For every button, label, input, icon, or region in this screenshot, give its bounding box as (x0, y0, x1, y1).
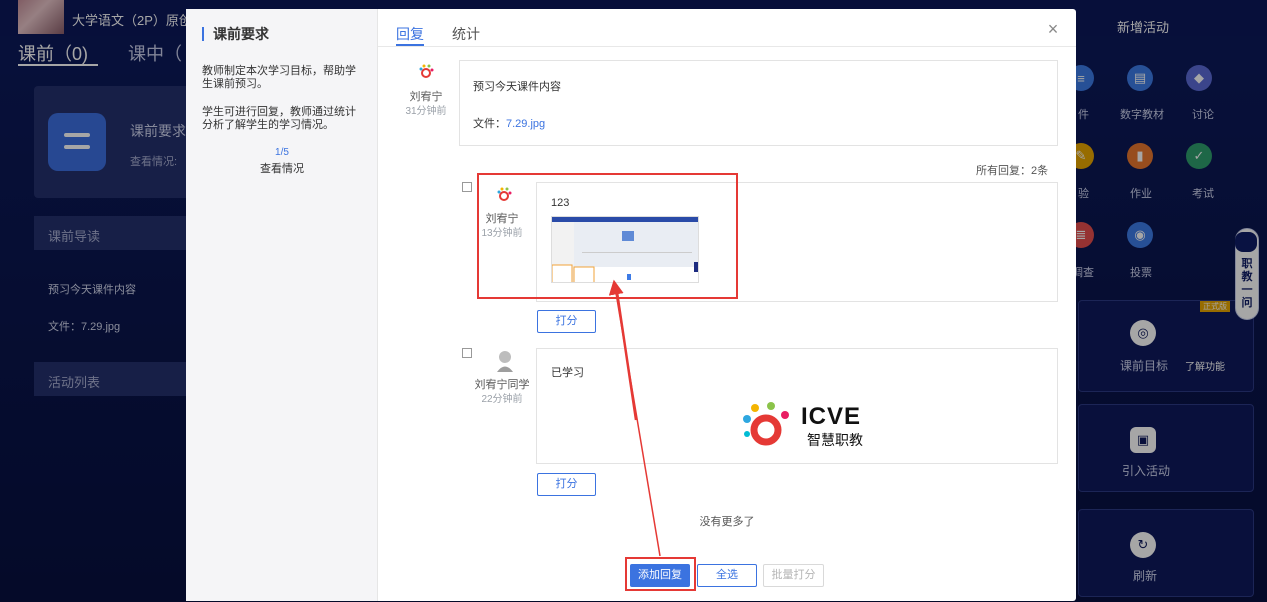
post-content: 预习今天课件内容 (473, 81, 561, 93)
file-link[interactable]: 7.29.jpg (506, 118, 545, 130)
reply-2-checkbox[interactable] (462, 348, 472, 358)
tab-divider (378, 46, 1076, 47)
sidebar-desc-1: 教师制定本次学习目标，帮助学生课前预习。 (202, 65, 356, 90)
modal-sidebar: 课前要求 教师制定本次学习目标，帮助学生课前预习。 学生可进行回复，教师通过统计… (186, 9, 378, 601)
reply-1-score-button[interactable]: 打分 (537, 310, 596, 333)
tab-statistics[interactable]: 统计 (452, 24, 480, 44)
icve-logo-mark (743, 402, 789, 446)
batch-score-button[interactable]: 批量打分 (763, 564, 824, 587)
annotation-highlight-add-reply (625, 557, 696, 591)
progress-indicator: 1/5 (275, 147, 289, 158)
icve-avatar-icon (419, 64, 434, 78)
icve-logo-subtext: 智慧职教 (807, 433, 863, 449)
post-file: 文件：7.29.jpg (473, 115, 545, 131)
sidebar-title: 课前要求 (202, 27, 269, 41)
user-avatar-icon (497, 351, 513, 372)
reply-2-text: 已学习 (551, 367, 584, 379)
annotation-highlight-reply (477, 173, 738, 299)
select-all-button[interactable]: 全选 (697, 564, 757, 587)
no-more-label: 没有更多了 (699, 516, 755, 528)
reply-2-score-button[interactable]: 打分 (537, 473, 596, 496)
reply-modal: 课前要求 教师制定本次学习目标，帮助学生课前预习。 学生可进行回复，教师通过统计… (186, 9, 1076, 601)
main-post-box (459, 60, 1058, 146)
icve-logo-text: ICVE (801, 403, 862, 430)
icve-logo-image[interactable]: ICVE 智慧职教 (741, 397, 891, 451)
sidebar-desc-2: 学生可进行回复，教师通过统计分析了解学生的学习情况。 (202, 106, 356, 131)
close-icon[interactable]: × (1044, 20, 1062, 39)
reply-count: 所有回复：2条 (976, 165, 1049, 177)
reply-2-time: 22分钟前 (481, 394, 523, 405)
file-label: 文件： (473, 118, 506, 130)
post-time: 31分钟前 (405, 106, 447, 117)
tab-reply[interactable]: 回复 (396, 24, 424, 44)
view-status-link[interactable]: 查看情况 (186, 160, 378, 176)
reply-1-checkbox[interactable] (462, 182, 472, 192)
